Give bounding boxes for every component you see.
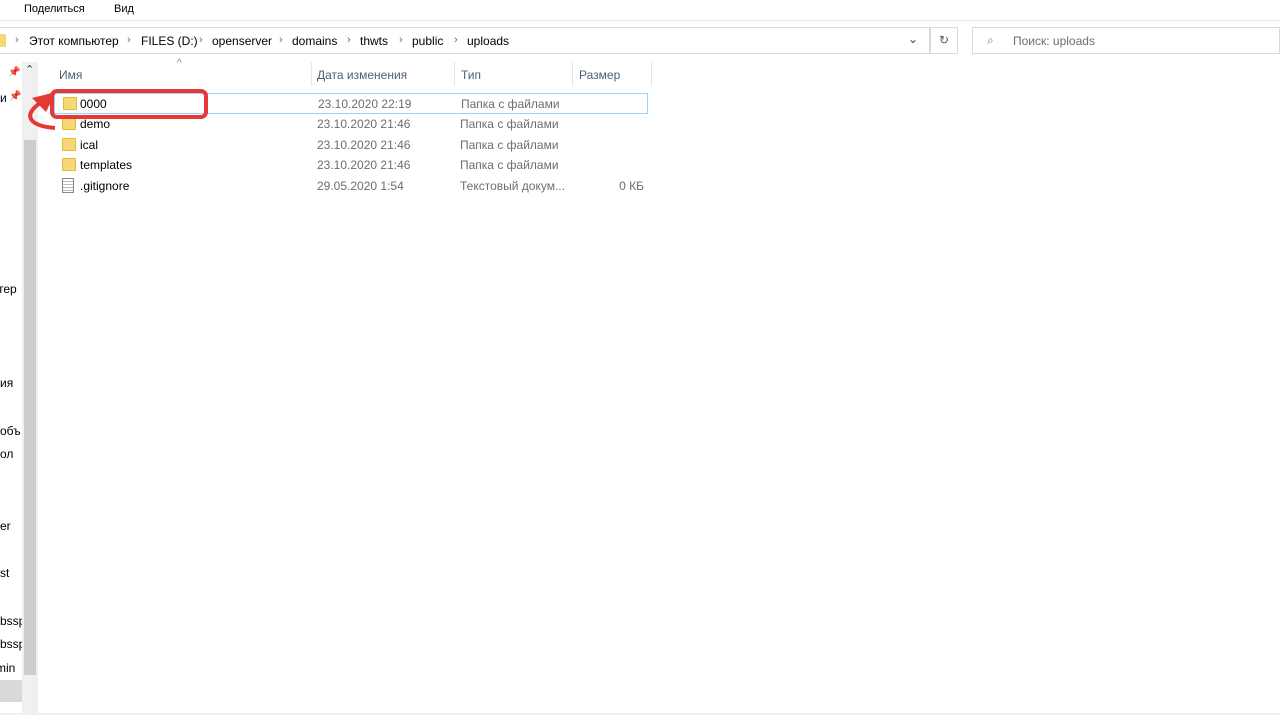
breadcrumb[interactable]: thwts <box>360 34 388 48</box>
nav-item[interactable]: тер <box>0 282 17 296</box>
file-name: templates <box>80 158 133 172</box>
nav-item[interactable]: st <box>0 566 9 580</box>
file-name: ical <box>80 138 99 152</box>
nav-selected-item[interactable] <box>0 680 22 702</box>
search-input[interactable]: ⌕ Поиск: uploads <box>972 27 1280 54</box>
file-type: Папка с файлами <box>460 117 559 131</box>
breadcrumb[interactable]: uploads <box>467 34 509 48</box>
file-date: 23.10.2020 21:46 <box>317 117 411 131</box>
scrollbar-thumb[interactable] <box>24 140 36 675</box>
text-file-icon <box>62 178 74 193</box>
file-type: Папка с файлами <box>460 138 559 152</box>
nav-item[interactable]: объ <box>0 424 21 438</box>
nav-item[interactable]: min <box>0 661 15 675</box>
file-row[interactable]: .gitignore 29.05.2020 1:54 Текстовый док… <box>54 176 648 197</box>
folder-icon <box>62 158 76 171</box>
file-type: Текстовый докум... <box>460 179 565 193</box>
breadcrumb[interactable]: public <box>412 34 443 48</box>
breadcrumb[interactable]: domains <box>292 34 337 48</box>
highlight-box <box>50 89 208 119</box>
nav-pane: 📌 и 📌 тер ия объ ол er st rbssp rbssp mi… <box>0 62 38 715</box>
file-date: 23.10.2020 21:46 <box>317 158 411 172</box>
nav-item[interactable]: ия <box>0 376 13 390</box>
file-type: Папка с файлами <box>460 158 559 172</box>
chevron-right-icon: › <box>454 34 458 46</box>
refresh-button[interactable]: ↻ <box>930 27 958 54</box>
nav-item[interactable]: ол <box>0 447 13 461</box>
column-header-size[interactable]: Размер <box>579 68 620 82</box>
file-date: 23.10.2020 22:19 <box>318 97 412 111</box>
chevron-down-icon[interactable]: ⌄ <box>908 32 918 46</box>
scrollbar[interactable]: ⌃ <box>22 62 38 715</box>
file-name: .gitignore <box>80 179 130 193</box>
file-date: 23.10.2020 21:46 <box>317 138 411 152</box>
search-placeholder: Поиск: uploads <box>1013 34 1095 48</box>
file-row[interactable]: templates 23.10.2020 21:46 Папка с файла… <box>54 155 648 176</box>
nav-item[interactable]: er <box>0 519 11 533</box>
column-header-type[interactable]: Тип <box>461 68 481 82</box>
chevron-right-icon: › <box>279 34 283 46</box>
annotation-highlight <box>28 89 208 130</box>
chevron-right-icon: › <box>399 34 403 46</box>
file-type: Папка с файлами <box>461 97 560 111</box>
refresh-icon: ↻ <box>938 33 950 47</box>
search-icon: ⌕ <box>987 33 994 47</box>
file-date: 29.05.2020 1:54 <box>317 179 404 193</box>
file-size: 0 КБ <box>619 179 644 193</box>
chevron-right-icon: › <box>347 34 351 46</box>
column-header-date[interactable]: Дата изменения <box>317 68 407 82</box>
